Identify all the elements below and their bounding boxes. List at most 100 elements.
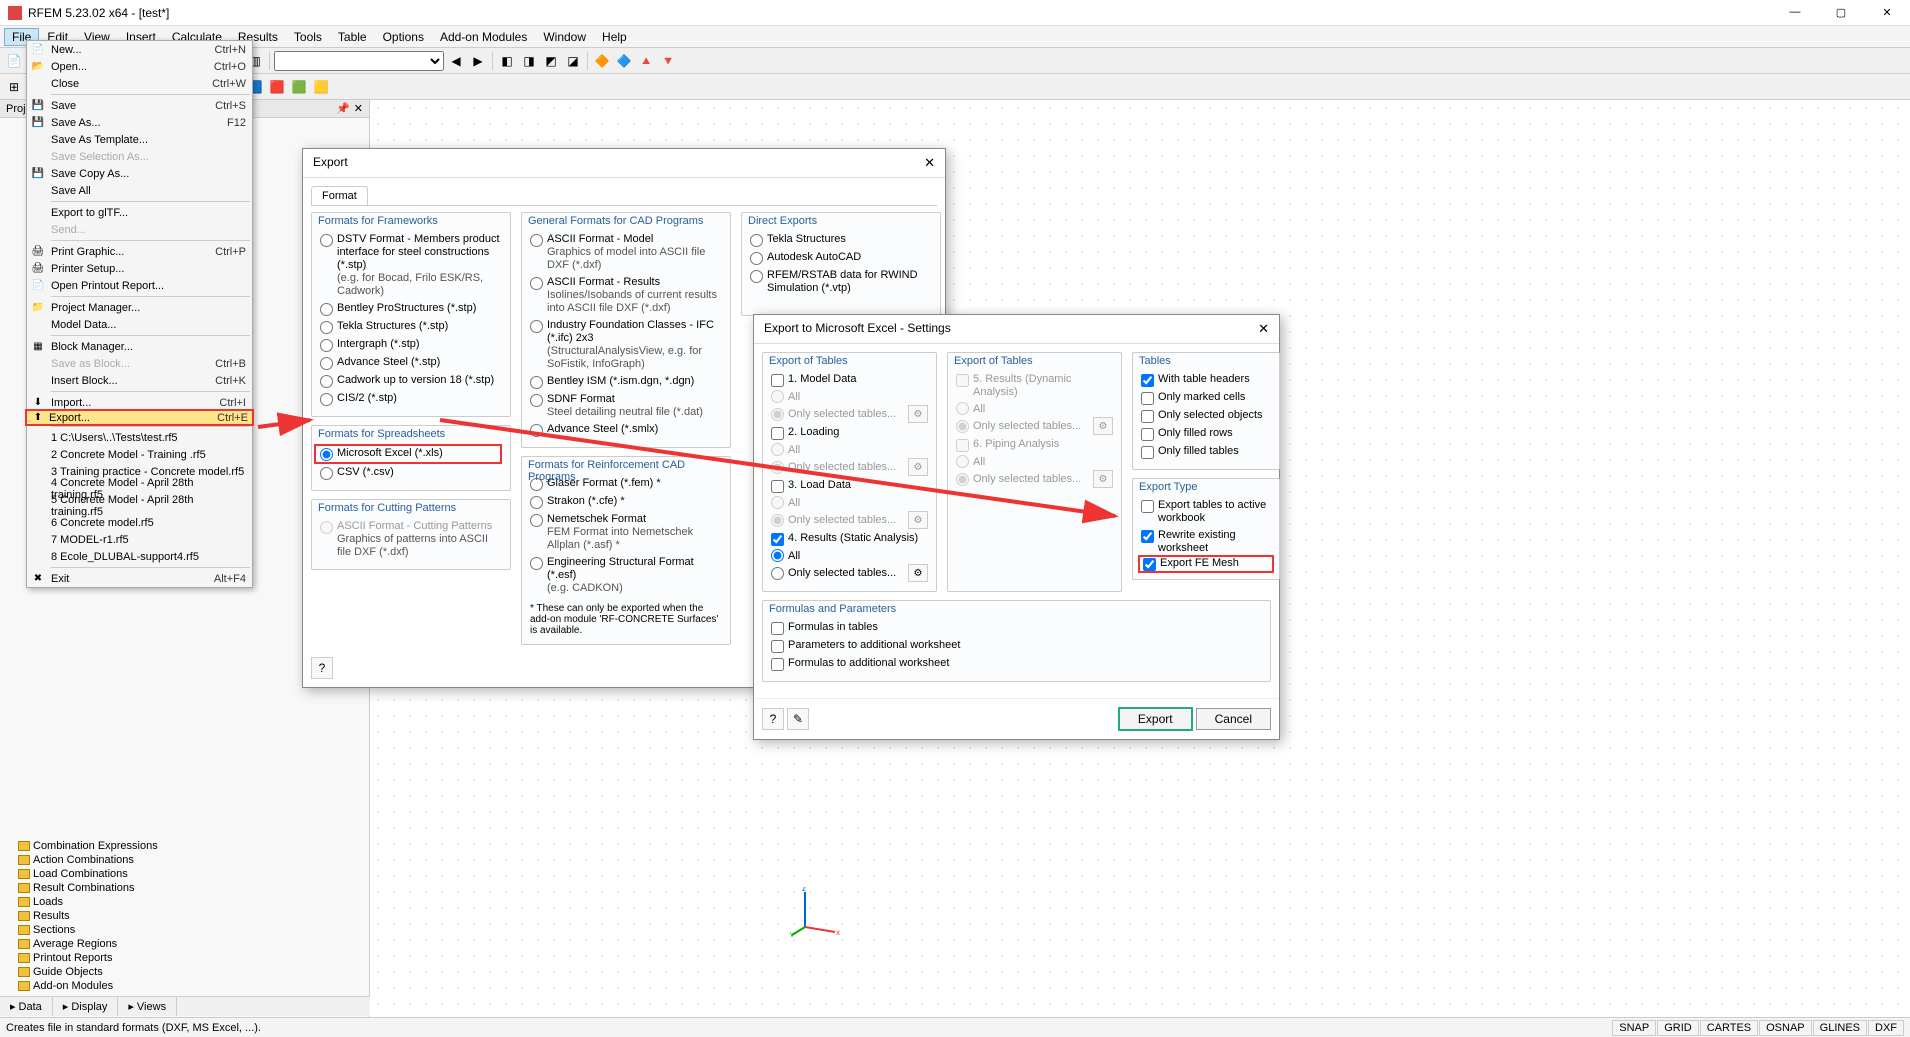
status-box-dxf[interactable]: DXF [1868,1020,1904,1036]
menu-item-open-[interactable]: 📂Open...Ctrl+O [27,58,252,75]
tb2-a-icon[interactable]: ⊞ [4,77,24,97]
check-1[interactable] [1141,392,1154,405]
menu-add-on-modules[interactable]: Add-on Modules [432,28,535,46]
menu-item-block-manager-[interactable]: ▦Block Manager... [27,338,252,355]
radio-fmt-2[interactable] [750,270,763,283]
radio-fmt-2[interactable] [530,320,543,333]
menu-item-5-concrete-model-april-28th-tr[interactable]: 5 Concrete Model - April 28th training.r… [27,497,252,514]
close-button[interactable]: ✕ [1872,6,1902,19]
maximize-button[interactable]: ▢ [1826,6,1856,19]
menu-item-printer-setup-[interactable]: 🖨Printer Setup... [27,260,252,277]
tree-node[interactable]: Average Regions [4,937,365,951]
radio-fmt-5[interactable] [320,375,333,388]
menu-item-save-copy-as-[interactable]: 💾Save Copy As... [27,165,252,182]
menu-table[interactable]: Table [330,28,375,46]
tb-tool-e-icon[interactable]: 🔶 [592,51,612,71]
gear-icon[interactable]: ⚙ [908,564,928,582]
tb-prev-icon[interactable]: ◀ [446,51,466,71]
tree-node[interactable]: Action Combinations [4,853,365,867]
radio-fmt-3[interactable] [530,376,543,389]
tree-node[interactable]: Sections [4,923,365,937]
check-0[interactable] [1141,374,1154,387]
menu-item-model-data-[interactable]: Model Data... [27,316,252,333]
pin-icon[interactable]: 📌 [336,102,350,115]
menu-tools[interactable]: Tools [286,28,330,46]
tb-tool-a-icon[interactable]: ◧ [497,51,517,71]
radio-fmt-1[interactable] [320,303,333,316]
export-dialog-close-icon[interactable]: ✕ [924,155,935,171]
export-button[interactable]: Export [1118,707,1193,731]
radio-fmt-2[interactable] [320,321,333,334]
check-2[interactable] [1143,558,1156,571]
radio-fmt-0[interactable] [320,234,333,247]
check-1[interactable] [771,640,784,653]
tree-node[interactable]: Results [4,909,365,923]
help-button[interactable]: ? [311,657,333,679]
menu-item-save-as-[interactable]: 💾Save As...F12 [27,114,252,131]
tb-new-icon[interactable]: 📄 [4,51,24,71]
radio-fmt-1[interactable] [530,277,543,290]
menu-options[interactable]: Options [375,28,432,46]
check-table-2[interactable] [771,480,784,493]
radio-fmt-6[interactable] [320,393,333,406]
radio-fmt-4[interactable] [320,357,333,370]
menu-item-exit[interactable]: ✖ExitAlt+F4 [27,570,252,587]
menu-item-project-manager-[interactable]: 📁Project Manager... [27,299,252,316]
check-table-1[interactable] [771,427,784,440]
radio-fmt-4[interactable] [530,394,543,407]
tree-node[interactable]: Guide Objects [4,965,365,979]
menu-item-8-ecole-dlubal-support4-rf5[interactable]: 8 Ecole_DLUBAL-support4.rf5 [27,548,252,565]
help-button-2[interactable]: ? [762,708,784,730]
check-0[interactable] [771,622,784,635]
radio-fmt-3[interactable] [320,339,333,352]
tb2-l-icon[interactable]: 🟥 [267,77,287,97]
menu-item-save[interactable]: 💾SaveCtrl+S [27,97,252,114]
check-table-3[interactable] [771,533,784,546]
check-4[interactable] [1141,446,1154,459]
radio-fmt-3[interactable] [530,557,543,570]
radio-fmt-2[interactable] [530,514,543,527]
status-box-cartes[interactable]: CARTES [1700,1020,1758,1036]
tree-node[interactable]: Printout Reports [4,951,365,965]
tb-tool-f-icon[interactable]: 🔷 [614,51,634,71]
check-2[interactable] [771,658,784,671]
tb-tool-g-icon[interactable]: 🔺 [636,51,656,71]
menu-item-new-[interactable]: 📄New...Ctrl+N [27,41,252,58]
status-box-snap[interactable]: SNAP [1612,1020,1656,1036]
bottom-tab-views[interactable]: ▸Views [118,997,177,1016]
settings-button[interactable]: ✎ [787,708,809,730]
menu-item-print-graphic-[interactable]: 🖨Print Graphic...Ctrl+P [27,243,252,260]
cancel-button[interactable]: Cancel [1196,708,1271,730]
tb2-n-icon[interactable]: 🟨 [311,77,331,97]
bottom-tab-data[interactable]: ▸Data [0,997,53,1016]
navigator-tree[interactable]: Combination ExpressionsAction Combinatio… [0,837,369,995]
status-box-glines[interactable]: GLINES [1813,1020,1867,1036]
tb2-m-icon[interactable]: 🟩 [289,77,309,97]
menu-item-close[interactable]: CloseCtrl+W [27,75,252,92]
panel-close-icon[interactable]: ✕ [354,102,363,115]
radio-fmt-1[interactable] [320,467,333,480]
status-box-osnap[interactable]: OSNAP [1759,1020,1812,1036]
tb-next-icon[interactable]: ▶ [468,51,488,71]
check-3[interactable] [1141,428,1154,441]
menu-item-6-concrete-model-rf5[interactable]: 6 Concrete model.rf5 [27,514,252,531]
radio-fmt-0[interactable] [750,234,763,247]
tb-tool-b-icon[interactable]: ◨ [519,51,539,71]
tab-format[interactable]: Format [311,186,368,205]
menu-item-2-concrete-model-training-rf5[interactable]: 2 Concrete Model - Training .rf5 [27,446,252,463]
tree-node[interactable]: Combination Expressions [4,839,365,853]
menu-item-7-model-r1-rf5[interactable]: 7 MODEL-r1.rf5 [27,531,252,548]
tree-node[interactable]: Add-on Modules [4,979,365,993]
radio-sub-3-1[interactable] [771,567,784,580]
radio-fmt-1[interactable] [750,252,763,265]
menu-item-insert-block-[interactable]: Insert Block...Ctrl+K [27,372,252,389]
check-table-0[interactable] [771,374,784,387]
tree-node[interactable]: Loads [4,895,365,909]
menu-item-1-c-users-tests-test-rf5[interactable]: 1 C:\Users\..\Tests\test.rf5 [27,429,252,446]
check-0[interactable] [1141,500,1154,513]
loadcase-select[interactable] [274,51,444,71]
menu-item-save-all[interactable]: Save All [27,182,252,199]
radio-fmt-5[interactable] [530,424,543,437]
radio-fmt-0[interactable] [320,448,333,461]
minimize-button[interactable]: — [1780,6,1810,19]
